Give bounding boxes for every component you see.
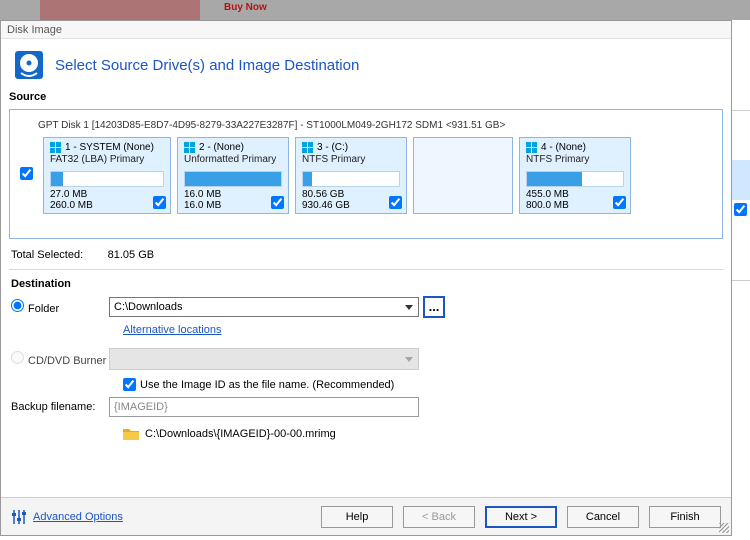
windows-icon — [184, 142, 195, 153]
advanced-options-link[interactable]: Advanced Options — [11, 509, 123, 525]
burner-radio — [11, 351, 24, 364]
folder-path-input[interactable] — [109, 297, 419, 317]
browse-button[interactable]: ... — [423, 296, 445, 318]
dialog-window: Disk Image Select Source Drive(s) and Im… — [0, 20, 732, 536]
alternative-locations-link[interactable]: Alternative locations — [123, 324, 221, 336]
partition-card[interactable]: 3 - (C:)NTFS Primary 80.56 GB930.46 GB — [295, 137, 407, 214]
partition-card[interactable]: 1 - SYSTEM (None)FAT32 (LBA) Primary 27.0… — [43, 137, 171, 214]
usage-bar — [526, 171, 624, 187]
burner-select — [109, 348, 419, 370]
windows-icon — [50, 142, 61, 153]
usage-bar — [50, 171, 164, 187]
partition-name: 2 - (None) — [199, 142, 244, 153]
partition-name: 1 - SYSTEM (None) — [65, 142, 154, 153]
folder-radio[interactable] — [11, 299, 24, 312]
total-selected: Total Selected: 81.05 GB — [1, 239, 731, 269]
bg-checkbox[interactable] — [734, 203, 747, 216]
source-box: GPT Disk 1 [14203D85-E8D7-4D95-8279-33A2… — [9, 109, 723, 239]
dialog-footer: Advanced Options Help < Back Next > Canc… — [1, 497, 731, 535]
partition-stats: 27.0 MB260.0 MB — [50, 189, 164, 211]
usage-bar — [302, 171, 400, 187]
window-title: Disk Image — [1, 21, 731, 39]
finish-button[interactable]: Finish — [649, 506, 721, 528]
app-top-strip: Buy Now — [0, 0, 750, 22]
next-button[interactable]: Next > — [485, 506, 557, 528]
partition-name: 3 - (C:) — [317, 142, 348, 153]
partition-gap — [413, 137, 513, 214]
partition-card[interactable]: 4 - (None)NTFS Primary 455.0 MB800.0 MB — [519, 137, 631, 214]
destination-section-label: Destination — [11, 276, 721, 292]
help-button[interactable]: Help — [321, 506, 393, 528]
partition-checkbox[interactable] — [389, 196, 402, 209]
partition-type: FAT32 (LBA) Primary — [50, 154, 164, 165]
sliders-icon — [11, 509, 27, 525]
partition-checkbox[interactable] — [153, 196, 166, 209]
partition-type: Unformatted Primary — [184, 154, 282, 165]
partition-type: NTFS Primary — [302, 154, 400, 165]
usage-bar — [184, 171, 282, 187]
partition-checkbox[interactable] — [613, 196, 626, 209]
use-imageid-label: Use the Image ID as the file name. (Reco… — [140, 379, 394, 391]
disk-checkbox[interactable] — [20, 167, 33, 180]
disk-image-icon — [13, 49, 45, 81]
partition-type: NTFS Primary — [526, 154, 624, 165]
partition-stats: 80.56 GB930.46 GB — [302, 189, 400, 211]
dialog-title: Select Source Drive(s) and Image Destina… — [55, 57, 359, 74]
dialog-header: Select Source Drive(s) and Image Destina… — [1, 39, 731, 89]
windows-icon — [526, 142, 537, 153]
source-section-label: Source — [1, 89, 731, 105]
backup-filename-input[interactable] — [109, 397, 419, 417]
buy-now-link[interactable]: Buy Now — [224, 2, 267, 13]
partition-card[interactable]: 2 - (None)Unformatted Primary 16.0 MB16.0… — [177, 137, 289, 214]
folder-label: Folder — [28, 303, 59, 315]
partition-name: 4 - (None) — [541, 142, 586, 153]
back-button: < Back — [403, 506, 475, 528]
backup-filename-label: Backup filename: — [11, 401, 109, 413]
partition-checkbox[interactable] — [271, 196, 284, 209]
disk-summary: GPT Disk 1 [14203D85-E8D7-4D95-8279-33A2… — [38, 120, 714, 131]
cancel-button[interactable]: Cancel — [567, 506, 639, 528]
windows-icon — [302, 142, 313, 153]
burner-label: CD/DVD Burner — [28, 355, 106, 367]
resize-grip[interactable] — [719, 523, 729, 533]
output-fullpath: C:\Downloads\{IMAGEID}-00-00.mrimg — [145, 428, 336, 440]
partition-stats: 16.0 MB16.0 MB — [184, 189, 282, 211]
folder-icon — [123, 427, 139, 441]
background-strip — [732, 20, 750, 536]
partition-stats: 455.0 MB800.0 MB — [526, 189, 624, 211]
use-imageid-checkbox[interactable] — [123, 378, 136, 391]
